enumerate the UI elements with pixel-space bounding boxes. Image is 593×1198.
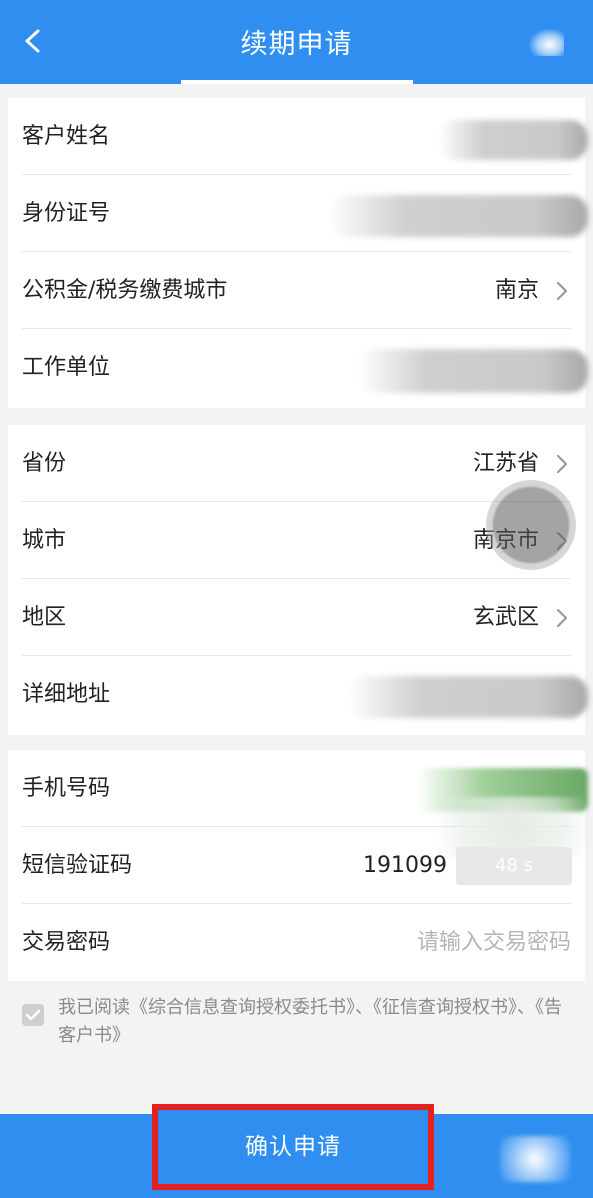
confirm-button[interactable]: 确认申请 [152, 1104, 434, 1190]
address-section: 省份 江苏省 城市 南京市 地区 玄武区 详细地址 [8, 425, 588, 735]
detail-address-row[interactable]: 详细地址 [8, 656, 588, 733]
sms-code-label: 短信验证码 [22, 853, 133, 878]
checkbox-icon[interactable] [22, 1004, 44, 1026]
chevron-right-icon [553, 279, 571, 303]
noise-overlay [500, 1136, 570, 1182]
phone-label: 手机号码 [22, 776, 111, 801]
password-label: 交易密码 [22, 930, 111, 955]
province-label: 省份 [22, 451, 67, 476]
title-underline [181, 80, 413, 84]
password-input[interactable]: 请输入交易密码 [417, 904, 571, 981]
employer-value-redacted [358, 349, 588, 393]
district-row[interactable]: 地区 玄武区 [8, 579, 585, 656]
id-number-label: 身份证号 [22, 201, 111, 226]
employer-row[interactable]: 工作单位 [8, 329, 588, 406]
district-label: 地区 [22, 605, 67, 630]
city-label: 城市 [22, 528, 67, 553]
id-number-value-redacted [328, 195, 588, 237]
agreement-text[interactable]: 我已阅读《综合信息查询授权委托书》、《征信查询授权书》、《告客户书》 [58, 994, 578, 1050]
customer-name-value-redacted [438, 120, 588, 160]
password-row[interactable]: 交易密码 请输入交易密码 [8, 904, 585, 981]
header-corner-decoration [528, 28, 564, 56]
customer-name-label: 客户姓名 [22, 124, 111, 149]
payment-city-label: 公积金/税务缴费城市 [22, 278, 228, 303]
chevron-right-icon [553, 606, 571, 630]
resend-code-button[interactable]: 48 s [456, 847, 572, 885]
detail-address-label: 详细地址 [22, 682, 111, 707]
verification-section: 手机号码 短信验证码 191099 48 s 交易密码 请输入交易密码 [8, 750, 588, 981]
app-header: 续期申请 [0, 0, 593, 84]
payment-city-row[interactable]: 公积金/税务缴费城市 南京 [8, 252, 585, 329]
employer-label: 工作单位 [22, 355, 111, 380]
page-title: 续期申请 [240, 29, 353, 60]
province-row[interactable]: 省份 江苏省 [8, 425, 585, 502]
customer-name-row[interactable]: 客户姓名 [8, 98, 588, 175]
touch-indicator [486, 480, 576, 570]
payment-city-value: 南京 [494, 278, 539, 303]
district-value: 玄武区 [472, 605, 539, 630]
sms-code-value[interactable]: 191099 [363, 827, 447, 904]
personal-info-section: 客户姓名 身份证号 公积金/税务缴费城市 南京 工作单位 [8, 98, 588, 408]
sms-code-row[interactable]: 短信验证码 191099 48 s [8, 797, 588, 904]
detail-address-value-redacted [348, 676, 588, 718]
chevron-right-icon [553, 452, 571, 476]
id-number-row[interactable]: 身份证号 [8, 175, 588, 252]
